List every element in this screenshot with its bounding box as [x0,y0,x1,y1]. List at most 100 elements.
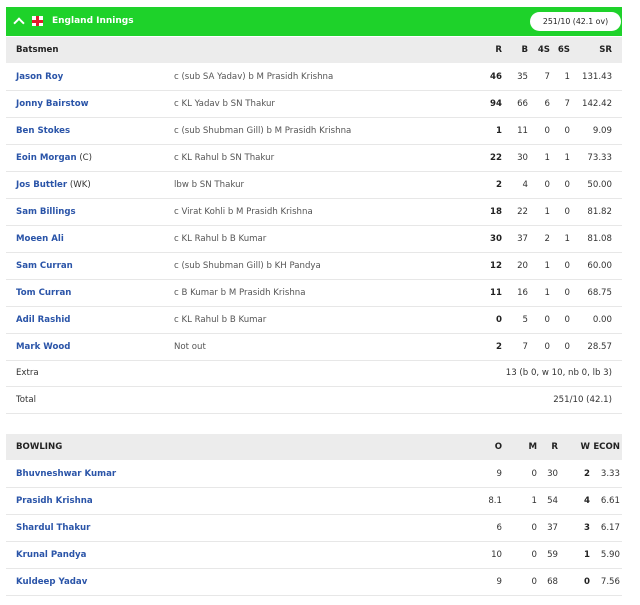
batsman-name-link[interactable]: Tom Curran [16,288,71,298]
bowler-name-link[interactable]: Prasidh Krishna [16,488,93,514]
overs-cell: 10 [491,550,502,560]
sixes-cell: 1 [564,153,570,163]
strike-rate-cell: 81.08 [587,234,612,244]
dismissal-text: lbw b SN Thakur [174,180,245,190]
wickets-cell: 4 [584,496,590,506]
bowler-name-link[interactable]: Bhuvneshwar Kumar [16,461,116,487]
balls-header: B [521,45,528,55]
bowler-row: Kuldeep Yadav 9 0 68 0 7.56 [6,569,622,596]
batsman-name-link[interactable]: Ben Stokes [16,126,70,136]
batsman-name-link[interactable]: Sam Billings [16,207,76,217]
runs-cell: 1 [496,126,502,136]
extras-value: 13 (b 0, w 10, nb 0, lb 3) [505,368,612,378]
runs-cell: 94 [490,99,502,109]
batsman-name-link[interactable]: Mark Wood [16,342,70,352]
innings-header[interactable]: England Innings 251/10 (42.1 ov) [6,7,622,36]
innings-score-badge: 251/10 (42.1 ov) [530,12,621,31]
strike-rate-header: SR [599,45,612,55]
sixes-cell: 0 [564,261,570,271]
maidens-cell: 1 [531,496,537,506]
batsman-row: Eoin Morgan (C) c KL Rahul b SN Thakur 22 3… [6,145,622,172]
dismissal-text: c KL Rahul b SN Thakur [174,153,275,163]
chevron-up-icon[interactable] [13,17,25,29]
batsman-row: Ben Stokes c (sub Shubman Gill) b M Prasi… [6,118,622,145]
sixes-cell: 0 [564,288,570,298]
fours-cell: 0 [544,180,550,190]
batsman-name-link[interactable]: Jos Buttler [16,180,67,190]
batsman-name-link[interactable]: Sam Curran [16,261,73,271]
runs-header: R [495,45,502,55]
bowler-name-link[interactable]: Kuldeep Yadav [16,569,87,595]
batsman-name-link[interactable]: Jason Roy [16,72,63,82]
fours-cell: 1 [544,153,550,163]
fours-header: 4S [537,45,550,55]
wickets-cell: 1 [584,550,590,560]
runs-cell: 11 [490,288,502,298]
dismissal-text: c (sub SA Yadav) b M Prasidh Krishna [174,72,334,82]
batsman-name-link[interactable]: Jonny Bairstow [16,99,89,109]
bowl-runs-header: R [551,442,558,452]
batsman-row: Mark Wood Not out 2 7 0 0 28.57 [6,334,622,361]
economy-cell: 6.17 [600,523,620,533]
bowling-header: BOWLING [16,442,63,452]
fours-cell: 0 [544,126,550,136]
fours-cell: 1 [544,207,550,217]
overs-header: O [494,442,502,452]
dismissal-text: c KL Rahul b B Kumar [174,234,267,244]
batsman-row: Jason Roy c (sub SA Yadav) b M Prasidh Kr… [6,64,622,91]
dismissal-text: c KL Yadav b SN Thakur [174,99,275,109]
overs-cell: 9 [496,577,502,587]
bowl-runs-cell: 68 [547,577,558,587]
batting-header-row: Batsmen R B 4S 6S SR [6,37,622,63]
batsman-role: (C) [79,153,93,163]
strike-rate-cell: 81.82 [587,207,612,217]
batsman-name-cell: Jonny Bairstow [16,91,89,117]
fours-cell: 1 [544,261,550,271]
batsman-name-link[interactable]: Moeen Ali [16,234,64,244]
wickets-header: W [580,442,590,452]
overs-cell: 8.1 [488,496,502,506]
batsman-role: (WK) [69,180,91,190]
runs-cell: 46 [490,72,502,82]
strike-rate-cell: 68.75 [587,288,612,298]
overs-cell: 6 [496,523,502,533]
sixes-cell: 7 [564,99,570,109]
strike-rate-cell: 50.00 [587,180,612,190]
runs-cell: 0 [496,315,502,325]
batsman-name-cell: Sam Curran [16,253,73,279]
strike-rate-cell: 142.42 [582,99,613,109]
wickets-cell: 2 [584,469,590,479]
batsman-name-cell: Mark Wood [16,334,70,360]
batsman-row: Tom Curran c B Kumar b M Prasidh Krishna 1… [6,280,622,307]
extras-row: Extra 13 (b 0, w 10, nb 0, lb 3) [6,360,622,387]
strike-rate-cell: 9.09 [592,126,612,136]
maidens-cell: 0 [531,550,537,560]
runs-cell: 18 [490,207,502,217]
england-flag-icon [32,16,43,26]
strike-rate-cell: 28.57 [587,342,612,352]
batsman-name-cell: Tom Curran [16,280,71,306]
wickets-cell: 3 [584,523,590,533]
dismissal-text: c Virat Kohli b M Prasidh Krishna [174,207,313,217]
fours-cell: 7 [544,72,550,82]
bowler-row: Krunal Pandya 10 0 59 1 5.90 [6,542,622,569]
fours-cell: 2 [544,234,550,244]
strike-rate-cell: 0.00 [592,315,612,325]
fours-cell: 0 [544,315,550,325]
wickets-cell: 0 [584,577,590,587]
batsman-name-link[interactable]: Eoin Morgan [16,153,77,163]
batsman-name-cell: Sam Billings [16,199,76,225]
balls-cell: 5 [522,315,528,325]
bowl-runs-cell: 37 [547,523,558,533]
bowler-row: Prasidh Krishna 8.1 1 54 4 6.61 [6,488,622,515]
balls-cell: 37 [517,234,528,244]
bowler-name-link[interactable]: Shardul Thakur [16,515,90,541]
sixes-cell: 0 [564,180,570,190]
total-row: Total 251/10 (42.1) [6,387,622,414]
bowler-name-link[interactable]: Krunal Pandya [16,542,86,568]
balls-cell: 30 [517,153,528,163]
maidens-cell: 0 [531,469,537,479]
extras-label: Extra [16,368,39,378]
batsman-name-link[interactable]: Adil Rashid [16,315,70,325]
dismissal-text: c (sub Shubman Gill) b M Prasidh Krishna [174,126,352,136]
